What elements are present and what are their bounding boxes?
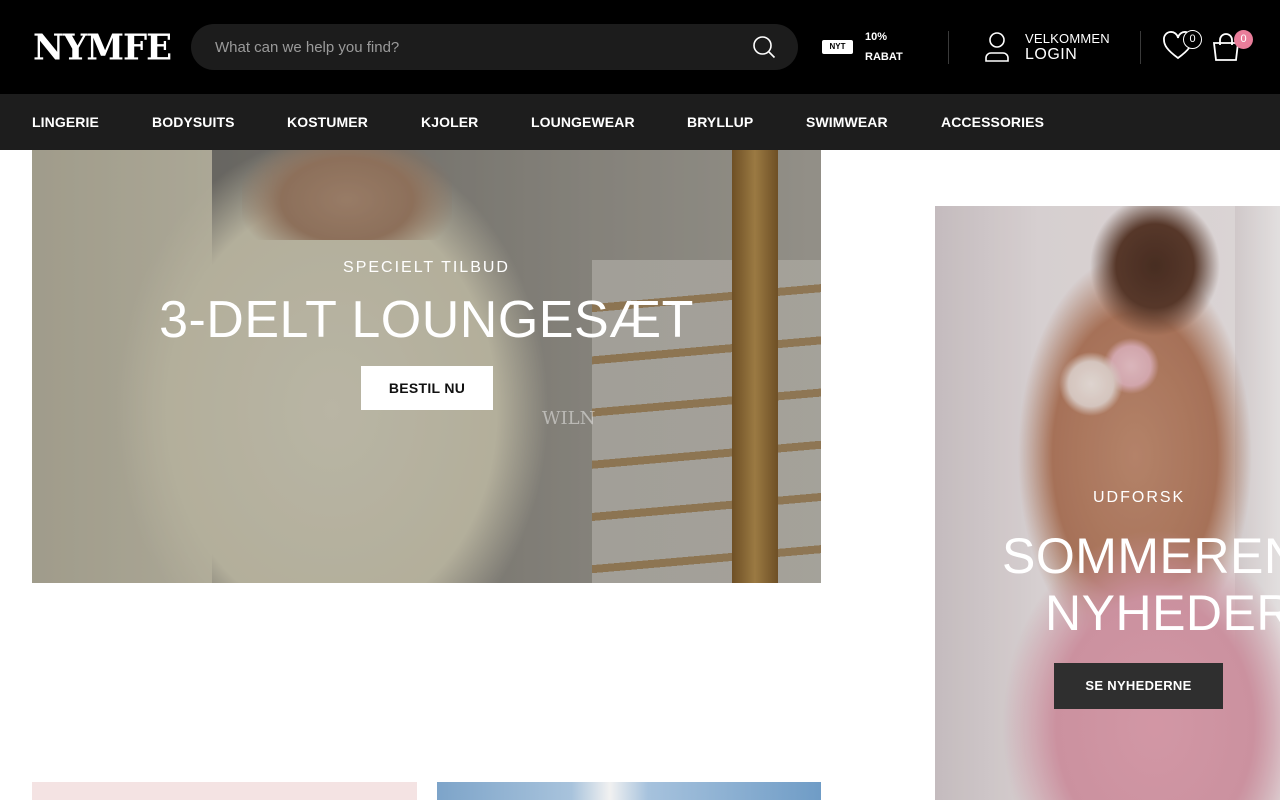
nav-item-loungewear[interactable]: LOUNGEWEAR bbox=[531, 114, 635, 130]
hero-banner-summer[interactable]: UDFORSK SOMMEREN NYHEDER SE NYHEDERNE bbox=[935, 206, 1280, 800]
banner-title-line1: SOMMEREN bbox=[1002, 528, 1280, 584]
banner-title-line2: NYHEDER bbox=[1045, 585, 1280, 641]
nav-item-lingerie[interactable]: LINGERIE bbox=[32, 114, 99, 130]
nav-item-bodysuits[interactable]: BODYSUITS bbox=[152, 114, 235, 130]
discount-percent: 10% bbox=[865, 31, 888, 43]
nav-item-kjoler[interactable]: KJOLER bbox=[421, 114, 478, 130]
main-nav: LINGERIE BODYSUITS KOSTUMER KJOLER LOUNG… bbox=[0, 94, 1280, 150]
hero-banner-loungewear[interactable]: WILN SPECIELT TILBUD 3-DELT LOUNGESÆT BE… bbox=[32, 150, 821, 583]
site-header: NYMFE NYT 10% RABAT VELKOMMEN LOGIN 0 0 bbox=[0, 0, 1280, 94]
search-bar[interactable] bbox=[191, 24, 798, 70]
header-divider bbox=[1140, 31, 1141, 64]
login-text[interactable]: LOGIN bbox=[1025, 46, 1077, 64]
see-news-button[interactable]: SE NYHEDERNE bbox=[1054, 663, 1223, 709]
nav-item-kostumer[interactable]: KOSTUMER bbox=[287, 114, 368, 130]
header-divider bbox=[948, 31, 949, 64]
category-tile[interactable] bbox=[32, 782, 417, 800]
banner-title: 3-DELT LOUNGESÆT bbox=[159, 291, 694, 349]
cart-count: 0 bbox=[1234, 30, 1253, 49]
new-badge: NYT bbox=[822, 40, 853, 54]
logo[interactable]: NYMFE bbox=[33, 27, 172, 69]
nav-item-swimwear[interactable]: SWIMWEAR bbox=[806, 114, 888, 130]
discount-label: RABAT bbox=[865, 51, 903, 63]
nav-item-accessories[interactable]: ACCESSORIES bbox=[941, 114, 1044, 130]
search-input[interactable] bbox=[215, 24, 735, 70]
search-icon[interactable] bbox=[752, 35, 776, 59]
banner-eyebrow: UDFORSK bbox=[1093, 489, 1186, 506]
nav-item-bryllup[interactable]: BRYLLUP bbox=[687, 114, 753, 130]
welcome-text: VELKOMMEN bbox=[1025, 31, 1110, 46]
category-tile[interactable] bbox=[437, 782, 821, 800]
banner-eyebrow: SPECIELT TILBUD bbox=[343, 259, 510, 276]
photo-watermark: WILN bbox=[542, 408, 596, 429]
user-icon bbox=[985, 32, 1009, 62]
order-now-button[interactable]: BESTIL NU bbox=[361, 366, 493, 410]
wishlist-count: 0 bbox=[1183, 30, 1202, 49]
